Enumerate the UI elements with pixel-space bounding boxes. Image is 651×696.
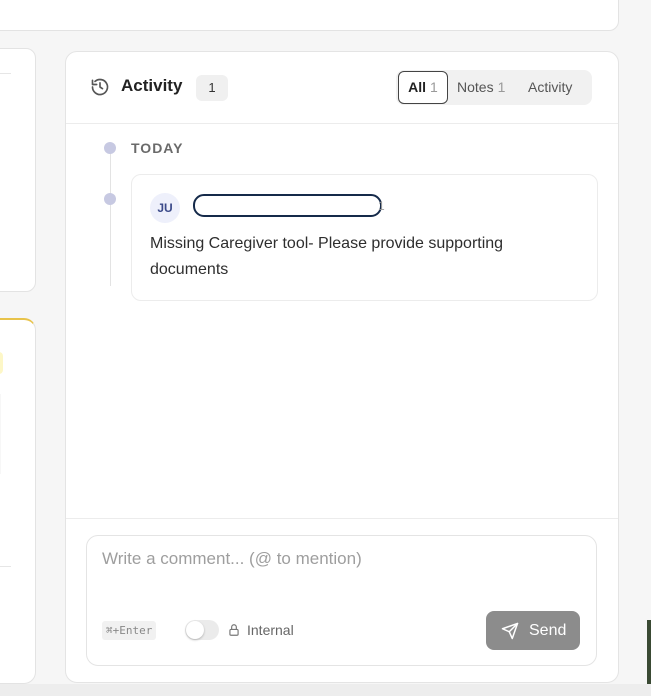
content-sliver (0, 394, 1, 474)
redacted-author-name (193, 194, 382, 217)
tab-all-count: 1 (430, 79, 438, 95)
note-text: Missing Caregiver tool- Please provide s… (150, 235, 504, 278)
background-card-top (0, 0, 619, 31)
highlight-chip (0, 352, 3, 374)
activity-panel: Activity 1 All 1 Notes 1 Activity TODAY JU… (65, 51, 619, 683)
divider (0, 566, 11, 567)
timeline-line (110, 152, 111, 286)
bottom-strip (0, 684, 651, 696)
author-trailing-text: 1 (378, 199, 385, 213)
tab-notes[interactable]: Notes 1 (457, 70, 505, 105)
tab-activity[interactable]: Activity (528, 70, 572, 105)
send-icon (501, 622, 519, 640)
history-icon (91, 78, 109, 96)
filter-tabs: All 1 Notes 1 Activity (396, 70, 592, 105)
internal-toggle[interactable] (185, 620, 219, 640)
comment-footer: ⌘+Enter Internal Send (66, 518, 618, 682)
timeline-group-dot (104, 142, 116, 154)
tab-notes-count: 1 (497, 79, 506, 95)
avatar: JU (150, 193, 180, 223)
send-button-label: Send (529, 622, 567, 639)
send-button[interactable]: Send (486, 611, 580, 650)
internal-label: Internal (247, 622, 294, 638)
tab-all[interactable]: All 1 (398, 71, 448, 104)
lock-icon (229, 624, 239, 636)
shortcut-hint: ⌘+Enter (102, 621, 157, 640)
activity-title: Activity (121, 76, 183, 95)
comment-input[interactable] (102, 546, 572, 572)
background-card-left-highlighted (0, 318, 36, 684)
tab-activity-label: Activity (528, 79, 573, 95)
comment-box: ⌘+Enter Internal Send (86, 535, 597, 666)
activity-count-badge: 1 (196, 75, 228, 101)
toggle-knob (186, 621, 204, 639)
tab-all-label: All (408, 79, 427, 95)
timeline-entry-dot (104, 193, 116, 205)
timeline-group-label: TODAY (131, 140, 184, 156)
tab-notes-label: Notes (457, 79, 494, 95)
activity-header: Activity 1 All 1 Notes 1 Activity (66, 52, 618, 124)
note-card: JU 1 Missing Caregiver tool- Please prov… (131, 174, 598, 301)
divider (0, 73, 11, 74)
background-card-left (0, 48, 36, 292)
